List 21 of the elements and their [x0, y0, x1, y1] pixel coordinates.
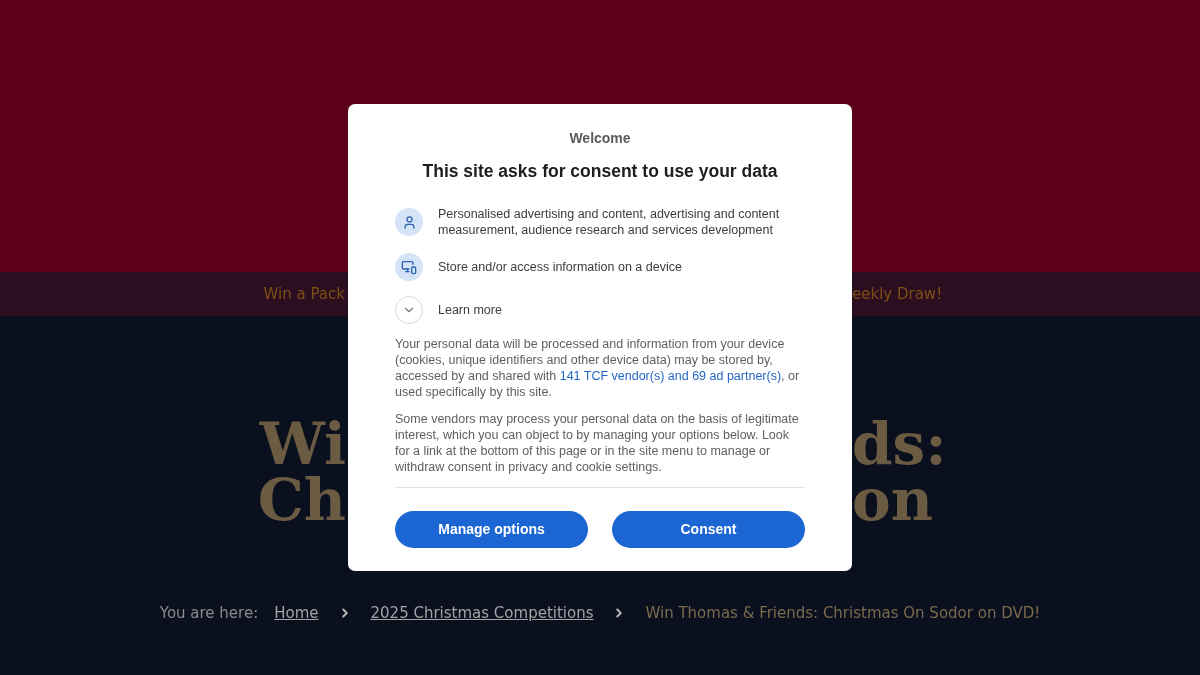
consent-button[interactable]: Consent	[612, 511, 805, 548]
headline-text: on	[852, 472, 933, 528]
legitimate-interest-paragraph: Some vendors may process your personal data on the basis of legitimate interest, which you can object to by managing your options below. Look for a link at the bottom of this page or in the site menu to manage or withdraw consent in privacy and cookie settings.	[395, 411, 800, 475]
breadcrumb-link[interactable]: 2025 Christmas Competitions	[370, 601, 594, 625]
headline-text: ds:	[852, 416, 947, 472]
breadcrumb-current: Win Thomas & Friends: Christmas On Sodor on DVD!	[645, 603, 1041, 624]
manage-options-button[interactable]: Manage options	[395, 511, 588, 548]
promo-text: eekly Draw!	[852, 283, 943, 305]
breadcrumb-link[interactable]: Home	[274, 601, 319, 625]
purpose-text: Store and/or access information on a device	[438, 259, 682, 275]
person-icon	[395, 208, 423, 236]
devices-icon	[395, 253, 423, 281]
purpose-text: Personalised advertising and content, advertising and content measurement, audience research and services development	[438, 206, 781, 238]
headline-text: Ch	[257, 472, 347, 528]
breadcrumb-label: You are here:	[159, 603, 259, 624]
data-notice-paragraph: Your personal data will be processed and information from your device (cookies, unique identifiers and other device data) may be stored by, accessed by and shared with 141 TCF vendor(s) and 69 ad partner(s), or used specifically by this site.	[395, 336, 801, 400]
dialog-title: This site asks for consent to use your data	[421, 160, 779, 183]
dialog-welcome: Welcome	[568, 129, 632, 148]
promo-text: Win a Pack	[263, 283, 346, 305]
learn-more-button[interactable]: Learn more	[395, 296, 805, 324]
headline-text: Wi	[259, 416, 347, 472]
